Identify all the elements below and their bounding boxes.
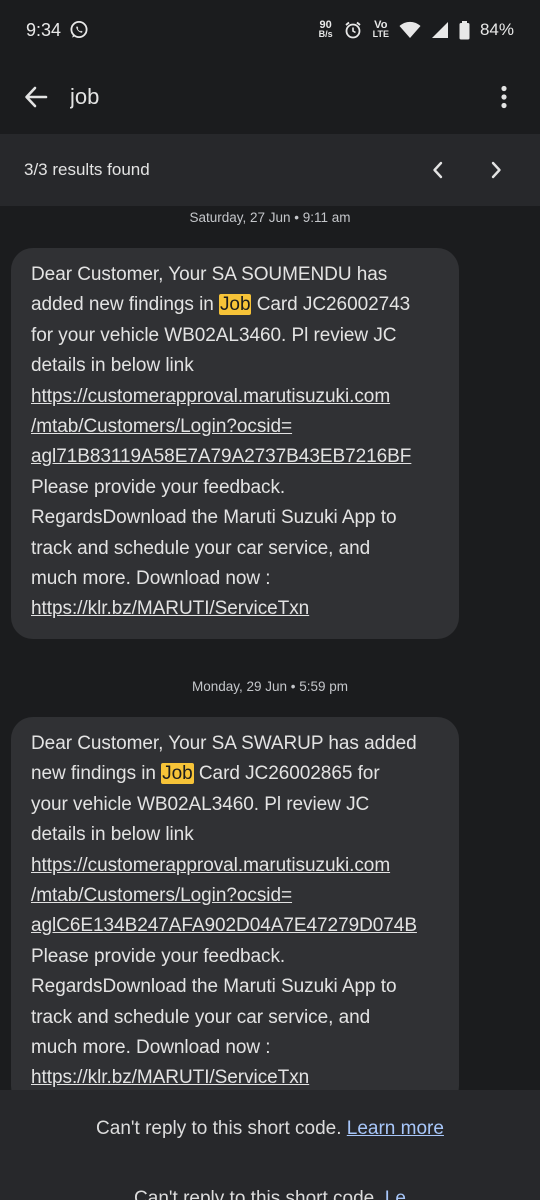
search-highlight: Job bbox=[161, 763, 194, 785]
date-separator: Monday, 29 Jun • 5:59 pm bbox=[191, 678, 349, 694]
back-button[interactable] bbox=[20, 81, 52, 113]
message-link[interactable]: https://klr.bz/MARUTI/ServiceTxn bbox=[31, 594, 441, 624]
message-line: details in below link bbox=[31, 824, 194, 846]
message-line: track and schedule your car service, and bbox=[31, 537, 371, 559]
learn-more-link[interactable]: Le bbox=[385, 1188, 406, 1200]
status-right: 90 B/s Vo LTE 84% bbox=[319, 20, 514, 40]
message-thread[interactable]: Saturday, 27 Jun • 9:11 am Dear Customer… bbox=[0, 206, 540, 1096]
notice-text: Can't reply to this short code. bbox=[134, 1188, 385, 1200]
message-line: details in below link bbox=[31, 355, 194, 377]
back-arrow-icon bbox=[23, 84, 49, 110]
alarm-icon bbox=[343, 20, 363, 40]
message-line: track and schedule your car service, and bbox=[31, 1006, 371, 1028]
more-vert-icon bbox=[500, 85, 508, 109]
message-line: for your vehicle WB02AL3460. Pl review J… bbox=[31, 324, 397, 346]
previous-result-button[interactable] bbox=[418, 150, 458, 190]
data-rate-indicator: 90 B/s bbox=[318, 20, 333, 39]
short-code-notice-duplicate: Can't reply to this short code. Le bbox=[0, 1188, 540, 1200]
message-bubble[interactable]: Dear Customer, Your SA SWARUP has added … bbox=[11, 716, 459, 1096]
message-line: added new findings in Job Card JC2600274… bbox=[31, 290, 441, 320]
volte-bottom: LTE bbox=[372, 29, 389, 39]
message-line: your vehicle WB02AL3460. Pl review JC bbox=[31, 793, 370, 815]
date-separator: Saturday, 27 Jun • 9:11 am bbox=[189, 210, 351, 225]
chevron-right-icon bbox=[488, 160, 504, 180]
message-text: added new findings in bbox=[31, 294, 219, 316]
message-link[interactable]: agl71B83119A58E7A79A2737B43EB7216BF bbox=[31, 442, 441, 472]
search-input[interactable] bbox=[70, 84, 488, 110]
message-line: much more. Download now : bbox=[31, 568, 271, 590]
message-line: Please provide your feedback. bbox=[31, 945, 286, 967]
whatsapp-icon bbox=[69, 20, 89, 40]
message-link[interactable]: https://customerapproval.marutisuzuki.co… bbox=[31, 851, 441, 881]
data-rate-unit: B/s bbox=[318, 29, 333, 39]
message-line: much more. Download now : bbox=[31, 1036, 271, 1058]
message-line: RegardsDownload the Maruti Suzuki App to bbox=[31, 976, 397, 998]
more-options-button[interactable] bbox=[488, 81, 520, 113]
short-code-notice: Can't reply to this short code. Learn mo… bbox=[0, 1118, 540, 1140]
message-link[interactable]: https://customerapproval.marutisuzuki.co… bbox=[31, 382, 441, 412]
message-link[interactable]: /mtab/Customers/Login?ocsid= bbox=[31, 412, 441, 442]
message-line: new findings in Job Card JC26002865 for bbox=[31, 759, 441, 789]
search-app-bar bbox=[0, 60, 540, 134]
notice-text: Can't reply to this short code. bbox=[96, 1118, 347, 1139]
battery-icon bbox=[459, 20, 470, 40]
status-time: 9:34 bbox=[26, 19, 62, 40]
chevron-left-icon bbox=[430, 160, 446, 180]
message-bubble[interactable]: Dear Customer, Your SA SOUMENDU has adde… bbox=[11, 248, 459, 639]
next-result-button[interactable] bbox=[476, 150, 516, 190]
volte-indicator: Vo LTE bbox=[372, 20, 389, 39]
message-line: Dear Customer, Your SA SWARUP has added bbox=[31, 732, 417, 754]
message-link[interactable]: /mtab/Customers/Login?ocsid= bbox=[31, 881, 441, 911]
message-text: Card JC26002865 for bbox=[193, 763, 380, 785]
message-link[interactable]: aglC6E134B247AFA902D04A7E47279D074B bbox=[31, 911, 441, 941]
wifi-icon bbox=[399, 21, 421, 39]
reply-disabled-footer: Can't reply to this short code. Learn mo… bbox=[0, 1090, 540, 1200]
battery-percentage: 84% bbox=[479, 20, 514, 39]
learn-more-link[interactable]: Learn more bbox=[347, 1118, 444, 1139]
message-text: Card JC26002743 bbox=[251, 294, 411, 316]
status-left: 9:34 bbox=[26, 20, 89, 41]
signal-icon bbox=[431, 21, 449, 39]
message-line: Please provide your feedback. bbox=[31, 476, 286, 498]
search-highlight: Job bbox=[218, 294, 252, 316]
message-line: RegardsDownload the Maruti Suzuki App to bbox=[31, 507, 397, 529]
message-text: new findings in bbox=[31, 763, 162, 785]
messages-search-screen: 9:34 90 B/s Vo LTE 84% job 3/3 results f… bbox=[0, 0, 540, 1200]
message-line: Dear Customer, Your SA SOUMENDU has bbox=[31, 264, 388, 285]
results-count: 3/3 results found bbox=[24, 160, 150, 179]
status-bar: 9:34 90 B/s Vo LTE 84% bbox=[0, 0, 540, 60]
search-results-bar: 3/3 results found bbox=[0, 134, 540, 206]
